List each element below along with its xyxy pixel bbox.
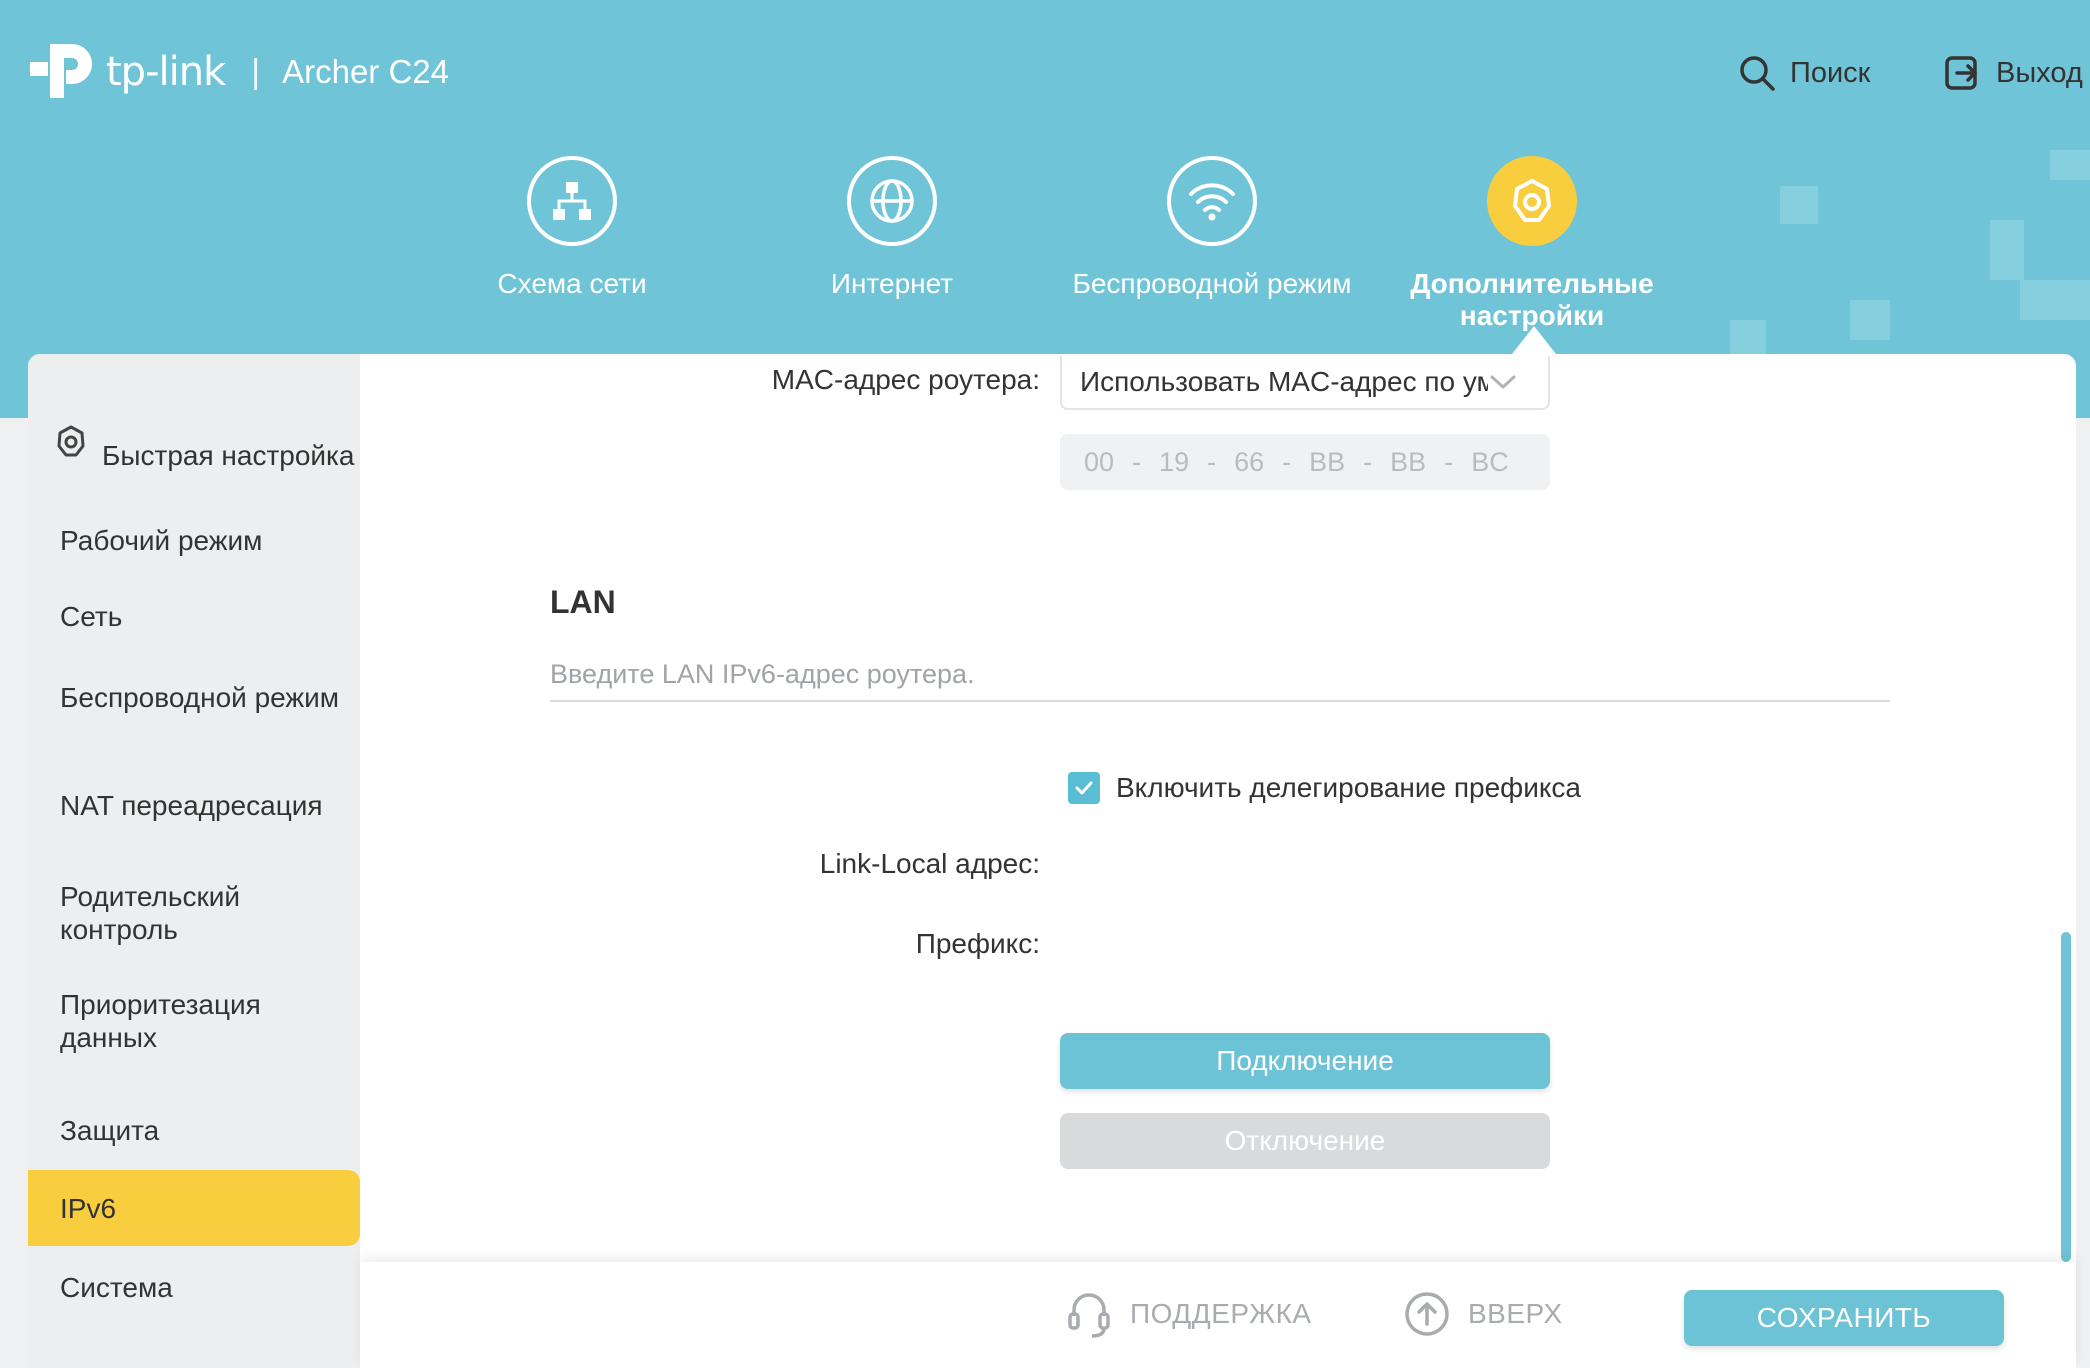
background-decoration (1780, 186, 1818, 224)
sidebar-item-label: Родительский контроль (60, 881, 240, 945)
mac-octet: BC (1471, 446, 1509, 477)
sidebar-item-qos[interactable]: Приоритезация данных (28, 986, 360, 1056)
sidebar-item-label: Беспроводной режим (60, 681, 340, 713)
quick-setup-icon (57, 425, 85, 457)
search-button[interactable]: Поиск (1738, 50, 1870, 96)
headset-icon (1068, 1293, 1110, 1338)
mac-address-select[interactable]: Использовать MAC-адрес по ум (1060, 356, 1550, 410)
logout-icon (1945, 56, 1977, 90)
save-button[interactable]: СОХРАНИТЬ (1684, 1290, 2004, 1346)
lan-ipv6-address-input[interactable]: Введите LAN IPv6-адрес роутера. (550, 648, 1890, 702)
nav-active-pointer (1512, 326, 1556, 354)
tp-link-logo[interactable]: tp-link | Archer C24 (28, 36, 449, 108)
logout-label: Выход (1996, 56, 2083, 89)
background-decoration (2050, 150, 2090, 180)
main-panel: Быстрая настройка Рабочий режим Сеть Бес… (28, 354, 2076, 1368)
nav-internet[interactable]: Интернет (732, 156, 1052, 300)
sidebar-item-wireless[interactable]: Беспроводной режим (28, 662, 360, 732)
sidebar-item-system[interactable]: Система (28, 1252, 360, 1322)
prefix-delegation-row[interactable]: Включить делегирование префикса (1068, 770, 1581, 806)
gear-icon (1487, 156, 1577, 246)
background-decoration (1730, 320, 1766, 356)
sidebar-item-operation-mode[interactable]: Рабочий режим (28, 510, 360, 570)
scrollbar-thumb[interactable] (2061, 932, 2071, 1262)
background-decoration (1850, 300, 1890, 340)
mac-separator: - (1207, 446, 1217, 477)
brand-separator: | (251, 52, 261, 91)
mac-address-label: MAC-адрес роутера: (771, 364, 1040, 395)
lan-section-title: LAN (550, 584, 616, 620)
logout-button[interactable]: Выход (1944, 50, 2083, 96)
sidebar-item-label: Сеть (60, 600, 123, 632)
sidebar-item-label: IPv6 (60, 1192, 117, 1224)
nav-label: Схема сети (497, 268, 647, 299)
mac-octet: 19 (1159, 446, 1190, 477)
sidebar: Быстрая настройка Рабочий режим Сеть Бес… (28, 354, 360, 1368)
network-map-icon (527, 156, 617, 246)
sidebar-item-label: Приоритезация данных (60, 989, 261, 1053)
nav-wireless[interactable]: Беспроводной режим (1052, 156, 1372, 300)
mac-address-field: 00 - 19 - 66 - BB - BB - BC (1060, 434, 1550, 490)
globe-icon (847, 156, 937, 246)
nav-label: Беспроводной режим (1072, 268, 1352, 299)
back-to-top-link[interactable]: ВВЕРХ (1404, 1288, 1563, 1340)
mac-separator: - (1132, 446, 1142, 477)
mac-separator: - (1282, 446, 1292, 477)
mac-select-value: Использовать MAC-адрес по ум (1080, 366, 1488, 397)
disconnect-button[interactable]: Отключение (1060, 1113, 1550, 1169)
mac-octet: 00 (1084, 446, 1115, 477)
search-label: Поиск (1790, 56, 1871, 89)
sidebar-item-label: Рабочий режим (60, 524, 263, 556)
tp-link-logo-icon (30, 44, 92, 98)
support-label: ПОДДЕРЖКА (1130, 1298, 1312, 1329)
support-link[interactable]: ПОДДЕРЖКА (1066, 1288, 1312, 1340)
nav-label: Дополнительные настройки (1410, 268, 1654, 331)
sidebar-item-ipv6[interactable]: IPv6 (28, 1170, 360, 1246)
mac-octet: BB (1309, 446, 1346, 477)
nav-advanced[interactable]: Дополнительные настройки (1372, 156, 1692, 332)
model-name: Archer C24 (282, 53, 449, 90)
checkmark-icon (1075, 781, 1093, 795)
mac-separator: - (1444, 446, 1454, 477)
arrow-up-circle-icon (1405, 1292, 1449, 1336)
link-local-label: Link-Local адрес: (819, 848, 1040, 879)
mac-separator: - (1363, 446, 1373, 477)
chevron-down-icon (1490, 375, 1516, 389)
background-decoration (2020, 280, 2090, 320)
search-icon (1740, 56, 1775, 91)
nav-label: Интернет (830, 268, 954, 299)
background-decoration (1990, 220, 2024, 280)
mac-octet: BB (1390, 446, 1427, 477)
sidebar-item-label: Система (60, 1271, 173, 1303)
sidebar-item-parental-control[interactable]: Родительский контроль (28, 878, 360, 948)
nav-network-map[interactable]: Схема сети (412, 156, 732, 300)
sidebar-item-label: Быстрая настройка (102, 439, 355, 471)
brand-name: tp-link (106, 49, 226, 95)
lan-input-placeholder: Введите LAN IPv6-адрес роутера. (550, 658, 975, 689)
top-label: ВВЕРХ (1468, 1298, 1563, 1329)
prefix-delegation-checkbox[interactable] (1068, 772, 1100, 804)
sidebar-item-security[interactable]: Защита (28, 1100, 360, 1160)
prefix-delegation-label: Включить делегирование префикса (1116, 772, 1581, 803)
mac-octet: 66 (1234, 446, 1265, 477)
sidebar-item-quick-setup[interactable]: Быстрая настройка (28, 420, 360, 490)
sidebar-item-label: NAT переадресация (60, 789, 323, 821)
prefix-label: Префикс: (915, 928, 1040, 959)
sidebar-item-label: Защита (60, 1114, 160, 1146)
footer-bar: ПОДДЕРЖКА ВВЕРХ СОХРАНИТЬ (360, 1262, 2076, 1368)
connect-button[interactable]: Подключение (1060, 1033, 1550, 1089)
sidebar-item-network[interactable]: Сеть (28, 586, 360, 646)
wifi-icon (1167, 156, 1257, 246)
sidebar-item-nat[interactable]: NAT переадресация (28, 770, 360, 840)
